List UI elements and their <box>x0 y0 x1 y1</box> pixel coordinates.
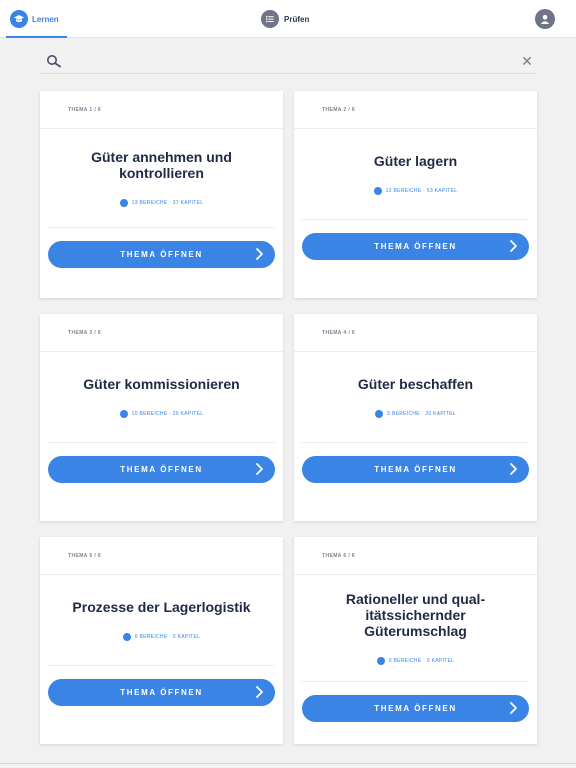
chevron-right-icon <box>510 463 517 475</box>
topic-count: THEMA 3 / 6 <box>68 330 102 336</box>
topic-meta-text: 10 BEREICHE · 26 KAPITEL <box>131 411 204 417</box>
topic-count: THEMA 6 / 6 <box>322 553 356 559</box>
card-divider <box>302 219 529 220</box>
graduation-cap-icon <box>10 10 28 28</box>
top-navigation-bar: Lernen Prüfen <box>0 0 576 38</box>
progress-dot-icon <box>373 187 382 195</box>
topic-meta: 12 BEREICHE · 53 KAPITEL <box>373 187 458 195</box>
chevron-right-icon <box>510 240 517 252</box>
open-topic-button-label: THEMA ÖFFNEN <box>374 465 457 474</box>
topic-card: THEMA 2 / 6 Güter lagern 12 BEREICHE · 5… <box>294 91 537 298</box>
topic-meta: 5 BEREICHE · 30 KAPITEL <box>375 410 456 418</box>
open-topic-button-label: THEMA ÖFFNEN <box>120 250 203 259</box>
open-topic-button-label: THEMA ÖFFNEN <box>374 704 457 713</box>
topic-meta-text: 5 BEREICHE · 30 KAPITEL <box>387 411 456 417</box>
topic-title: Güter annehmen und kontrollieren <box>91 149 232 181</box>
open-topic-button[interactable]: THEMA ÖFFNEN <box>302 233 529 260</box>
card-header: THEMA 4 / 6 <box>294 314 537 352</box>
topic-meta-text: 0 BEREICHE · 0 KAPITEL <box>388 658 455 664</box>
topic-meta: 13 BEREICHE · 37 KAPITEL <box>119 199 204 207</box>
open-topic-button-label: THEMA ÖFFNEN <box>120 688 203 697</box>
list-icon <box>261 10 279 28</box>
progress-dot-icon <box>119 410 128 418</box>
topic-meta: 0 BEREICHE · 0 KAPITEL <box>122 633 201 641</box>
card-body: Prozesse der Lagerlogistik 0 BEREICHE · … <box>40 575 283 665</box>
topic-count: THEMA 2 / 6 <box>322 107 356 113</box>
open-topic-button[interactable]: THEMA ÖFFNEN <box>48 456 275 483</box>
topic-card: THEMA 5 / 6 Prozesse der Lagerlogistik 0… <box>40 537 283 744</box>
open-topic-button[interactable]: THEMA ÖFFNEN <box>302 456 529 483</box>
user-avatar-icon[interactable] <box>535 9 555 29</box>
progress-dot-icon <box>119 199 128 207</box>
tab-pruefen[interactable]: Prüfen <box>261 0 309 38</box>
topic-meta-text: 0 BEREICHE · 0 KAPITEL <box>134 634 201 640</box>
search-input[interactable] <box>68 52 508 72</box>
topic-title: Prozesse der Lagerlogistik <box>72 599 251 615</box>
card-divider <box>48 227 275 228</box>
topic-card: THEMA 1 / 6 Güter annehmen und kontrolli… <box>40 91 283 298</box>
topic-meta-text: 12 BEREICHE · 53 KAPITEL <box>385 188 458 194</box>
topic-card: THEMA 6 / 6 Rationeller und qual-itätssi… <box>294 537 537 744</box>
progress-dot-icon <box>122 633 131 641</box>
card-body: Güter lagern 12 BEREICHE · 53 KAPITEL <box>294 129 537 219</box>
topic-title: Güter beschaffen <box>357 376 474 392</box>
topic-title: Güter kommissionieren <box>83 376 240 392</box>
tab-lernen[interactable]: Lernen <box>6 0 67 38</box>
card-divider <box>302 681 529 682</box>
topic-card: THEMA 3 / 6 Güter kommissionieren 10 BER… <box>40 314 283 521</box>
card-header: THEMA 6 / 6 <box>294 537 537 575</box>
topic-count: THEMA 5 / 6 <box>68 553 102 559</box>
open-topic-button[interactable]: THEMA ÖFFNEN <box>48 679 275 706</box>
search-icon[interactable] <box>46 54 62 70</box>
card-header: THEMA 1 / 6 <box>40 91 283 129</box>
chevron-right-icon <box>256 686 263 698</box>
close-icon[interactable]: ✕ <box>518 52 536 70</box>
card-divider <box>302 442 529 443</box>
tab-pruefen-label: Prüfen <box>284 14 310 24</box>
progress-dot-icon <box>376 657 385 665</box>
topic-card: THEMA 4 / 6 Güter beschaffen 5 BEREICHE … <box>294 314 537 521</box>
progress-dot-icon <box>375 410 384 418</box>
open-topic-button[interactable]: THEMA ÖFFNEN <box>302 695 529 722</box>
topic-meta: 0 BEREICHE · 0 KAPITEL <box>376 657 455 665</box>
card-header: THEMA 5 / 6 <box>40 537 283 575</box>
topic-count: THEMA 4 / 6 <box>322 330 356 336</box>
active-tab-indicator <box>6 36 67 38</box>
open-topic-button-label: THEMA ÖFFNEN <box>120 465 203 474</box>
tab-lernen-label: Lernen <box>32 14 59 24</box>
card-body: Güter kommissionieren 10 BEREICHE · 26 K… <box>40 352 283 442</box>
topic-title: Rationeller und qual-itätssichernder Güt… <box>345 591 486 639</box>
card-body: Güter annehmen und kontrollieren 13 BERE… <box>40 129 283 227</box>
bottom-divider <box>0 763 576 764</box>
card-body: Güter beschaffen 5 BEREICHE · 30 KAPITEL <box>294 352 537 442</box>
topic-meta-text: 13 BEREICHE · 37 KAPITEL <box>131 200 204 206</box>
chevron-right-icon <box>510 702 517 714</box>
topic-title: Güter lagern <box>373 153 458 169</box>
card-header: THEMA 3 / 6 <box>40 314 283 352</box>
topic-meta: 10 BEREICHE · 26 KAPITEL <box>119 410 204 418</box>
open-topic-button[interactable]: THEMA ÖFFNEN <box>48 241 275 268</box>
card-divider <box>48 442 275 443</box>
card-body: Rationeller und qual-itätssichernder Güt… <box>294 575 537 681</box>
open-topic-button-label: THEMA ÖFFNEN <box>374 242 457 251</box>
search-bar: ✕ <box>40 50 536 74</box>
chevron-right-icon <box>256 463 263 475</box>
chevron-right-icon <box>256 248 263 260</box>
card-header: THEMA 2 / 6 <box>294 91 537 129</box>
topic-count: THEMA 1 / 6 <box>68 107 102 113</box>
card-divider <box>48 665 275 666</box>
